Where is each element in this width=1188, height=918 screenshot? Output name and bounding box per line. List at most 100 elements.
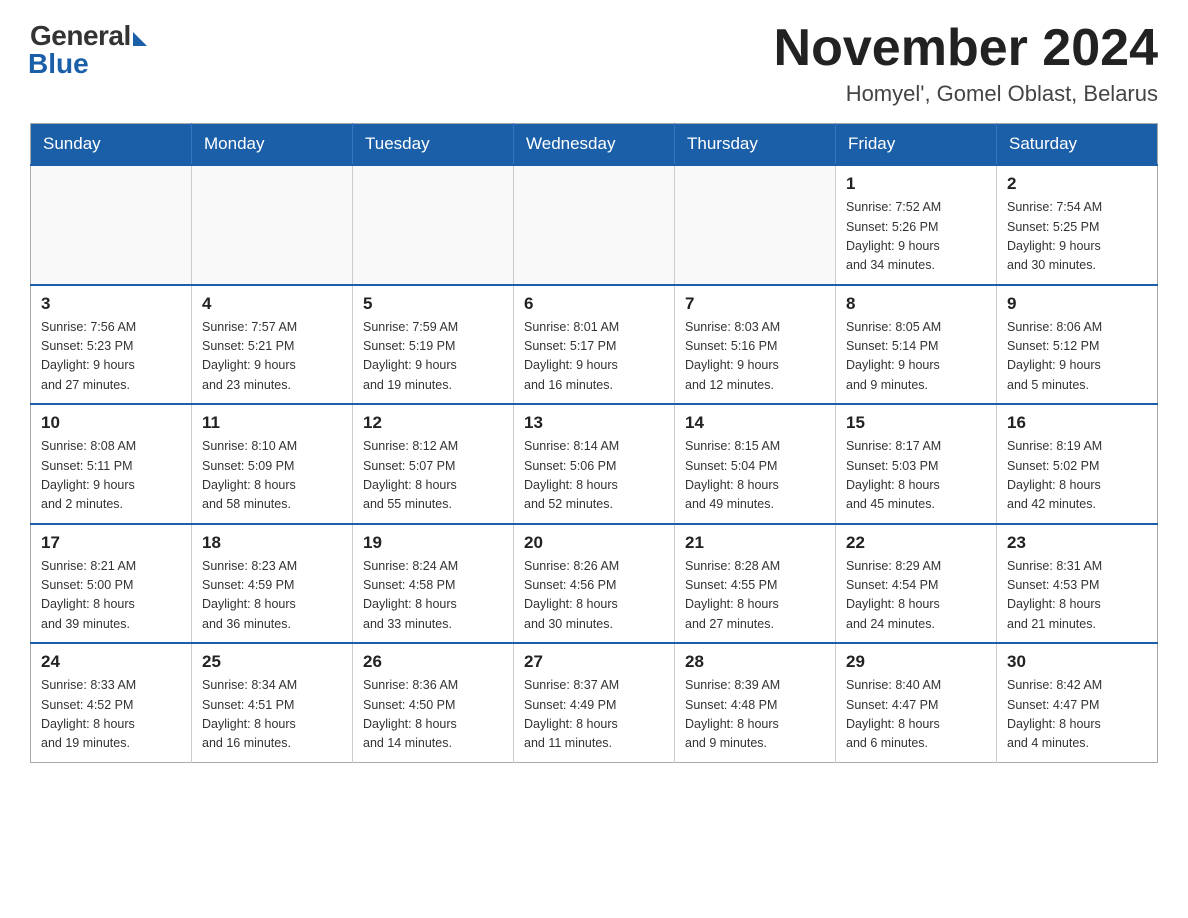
calendar-cell: 16 Sunrise: 8:19 AMSunset: 5:02 PMDayligh… xyxy=(997,404,1158,524)
day-number: 19 xyxy=(363,533,503,553)
day-info: Sunrise: 8:36 AMSunset: 4:50 PMDaylight:… xyxy=(363,676,503,754)
day-info: Sunrise: 8:29 AMSunset: 4:54 PMDaylight:… xyxy=(846,557,986,635)
day-number: 28 xyxy=(685,652,825,672)
day-of-week-header: Tuesday xyxy=(353,124,514,166)
day-of-week-header: Sunday xyxy=(31,124,192,166)
day-number: 6 xyxy=(524,294,664,314)
day-info: Sunrise: 7:56 AMSunset: 5:23 PMDaylight:… xyxy=(41,318,181,396)
day-number: 1 xyxy=(846,174,986,194)
day-info: Sunrise: 8:10 AMSunset: 5:09 PMDaylight:… xyxy=(202,437,342,515)
day-number: 25 xyxy=(202,652,342,672)
calendar-cell xyxy=(31,165,192,285)
day-number: 15 xyxy=(846,413,986,433)
day-number: 8 xyxy=(846,294,986,314)
day-info: Sunrise: 8:31 AMSunset: 4:53 PMDaylight:… xyxy=(1007,557,1147,635)
calendar-cell: 25Sunrise: 8:34 AMSunset: 4:51 PMDayligh… xyxy=(192,643,353,762)
day-of-week-header: Friday xyxy=(836,124,997,166)
calendar-cell: 17Sunrise: 8:21 AMSunset: 5:00 PMDayligh… xyxy=(31,524,192,644)
calendar-cell: 12 Sunrise: 8:12 AMSunset: 5:07 PMDayligh… xyxy=(353,404,514,524)
calendar-cell: 11 Sunrise: 8:10 AMSunset: 5:09 PMDayligh… xyxy=(192,404,353,524)
header: General Blue November 2024 Homyel', Gome… xyxy=(30,20,1158,107)
day-number: 18 xyxy=(202,533,342,553)
calendar-cell: 1 Sunrise: 7:52 AMSunset: 5:26 PMDaylight… xyxy=(836,165,997,285)
day-info: Sunrise: 8:17 AMSunset: 5:03 PMDaylight:… xyxy=(846,437,986,515)
calendar-cell: 15 Sunrise: 8:17 AMSunset: 5:03 PMDayligh… xyxy=(836,404,997,524)
logo: General Blue xyxy=(30,20,147,80)
day-info: Sunrise: 8:12 AMSunset: 5:07 PMDaylight:… xyxy=(363,437,503,515)
day-number: 7 xyxy=(685,294,825,314)
calendar-cell: 6 Sunrise: 8:01 AMSunset: 5:17 PMDaylight… xyxy=(514,285,675,405)
day-info: Sunrise: 8:37 AMSunset: 4:49 PMDaylight:… xyxy=(524,676,664,754)
day-number: 16 xyxy=(1007,413,1147,433)
calendar-cell: 28 Sunrise: 8:39 AMSunset: 4:48 PMDayligh… xyxy=(675,643,836,762)
day-info: Sunrise: 8:39 AMSunset: 4:48 PMDaylight:… xyxy=(685,676,825,754)
calendar-cell: 20 Sunrise: 8:26 AMSunset: 4:56 PMDayligh… xyxy=(514,524,675,644)
day-number: 29 xyxy=(846,652,986,672)
day-number: 21 xyxy=(685,533,825,553)
calendar-cell: 4Sunrise: 7:57 AMSunset: 5:21 PMDaylight… xyxy=(192,285,353,405)
day-info: Sunrise: 7:54 AMSunset: 5:25 PMDaylight:… xyxy=(1007,198,1147,276)
calendar-cell xyxy=(675,165,836,285)
calendar-cell: 3 Sunrise: 7:56 AMSunset: 5:23 PMDaylight… xyxy=(31,285,192,405)
day-number: 2 xyxy=(1007,174,1147,194)
days-of-week-row: SundayMondayTuesdayWednesdayThursdayFrid… xyxy=(31,124,1158,166)
day-info: Sunrise: 8:33 AMSunset: 4:52 PMDaylight:… xyxy=(41,676,181,754)
day-info: Sunrise: 8:08 AMSunset: 5:11 PMDaylight:… xyxy=(41,437,181,515)
calendar-cell xyxy=(192,165,353,285)
day-info: Sunrise: 8:26 AMSunset: 4:56 PMDaylight:… xyxy=(524,557,664,635)
week-row: 3 Sunrise: 7:56 AMSunset: 5:23 PMDaylight… xyxy=(31,285,1158,405)
day-info: Sunrise: 8:14 AMSunset: 5:06 PMDaylight:… xyxy=(524,437,664,515)
calendar-cell: 9 Sunrise: 8:06 AMSunset: 5:12 PMDaylight… xyxy=(997,285,1158,405)
day-info: Sunrise: 7:52 AMSunset: 5:26 PMDaylight:… xyxy=(846,198,986,276)
day-info: Sunrise: 8:21 AMSunset: 5:00 PMDaylight:… xyxy=(41,557,181,635)
calendar-cell: 19 Sunrise: 8:24 AMSunset: 4:58 PMDayligh… xyxy=(353,524,514,644)
day-of-week-header: Saturday xyxy=(997,124,1158,166)
day-number: 22 xyxy=(846,533,986,553)
day-of-week-header: Monday xyxy=(192,124,353,166)
calendar-cell: 10 Sunrise: 8:08 AMSunset: 5:11 PMDayligh… xyxy=(31,404,192,524)
day-number: 20 xyxy=(524,533,664,553)
day-info: Sunrise: 8:01 AMSunset: 5:17 PMDaylight:… xyxy=(524,318,664,396)
calendar-cell: 26 Sunrise: 8:36 AMSunset: 4:50 PMDayligh… xyxy=(353,643,514,762)
calendar-cell: 27 Sunrise: 8:37 AMSunset: 4:49 PMDayligh… xyxy=(514,643,675,762)
calendar-cell: 13Sunrise: 8:14 AMSunset: 5:06 PMDayligh… xyxy=(514,404,675,524)
day-info: Sunrise: 8:28 AMSunset: 4:55 PMDaylight:… xyxy=(685,557,825,635)
day-info: Sunrise: 8:42 AMSunset: 4:47 PMDaylight:… xyxy=(1007,676,1147,754)
day-info: Sunrise: 8:03 AMSunset: 5:16 PMDaylight:… xyxy=(685,318,825,396)
calendar-title: November 2024 xyxy=(774,20,1158,77)
day-number: 9 xyxy=(1007,294,1147,314)
calendar-cell: 23Sunrise: 8:31 AMSunset: 4:53 PMDayligh… xyxy=(997,524,1158,644)
calendar-cell: 5 Sunrise: 7:59 AMSunset: 5:19 PMDaylight… xyxy=(353,285,514,405)
calendar-cell xyxy=(353,165,514,285)
day-info: Sunrise: 8:06 AMSunset: 5:12 PMDaylight:… xyxy=(1007,318,1147,396)
day-info: Sunrise: 7:59 AMSunset: 5:19 PMDaylight:… xyxy=(363,318,503,396)
day-number: 4 xyxy=(202,294,342,314)
day-number: 14 xyxy=(685,413,825,433)
calendar-cell: 14Sunrise: 8:15 AMSunset: 5:04 PMDayligh… xyxy=(675,404,836,524)
calendar-cell: 21 Sunrise: 8:28 AMSunset: 4:55 PMDayligh… xyxy=(675,524,836,644)
day-info: Sunrise: 8:23 AMSunset: 4:59 PMDaylight:… xyxy=(202,557,342,635)
day-info: Sunrise: 8:19 AMSunset: 5:02 PMDaylight:… xyxy=(1007,437,1147,515)
day-info: Sunrise: 8:40 AMSunset: 4:47 PMDaylight:… xyxy=(846,676,986,754)
day-number: 27 xyxy=(524,652,664,672)
logo-triangle-icon xyxy=(133,32,147,46)
day-number: 26 xyxy=(363,652,503,672)
day-of-week-header: Wednesday xyxy=(514,124,675,166)
title-area: November 2024 Homyel', Gomel Oblast, Bel… xyxy=(774,20,1158,107)
week-row: 24Sunrise: 8:33 AMSunset: 4:52 PMDayligh… xyxy=(31,643,1158,762)
day-number: 5 xyxy=(363,294,503,314)
day-number: 3 xyxy=(41,294,181,314)
calendar-cell: 29 Sunrise: 8:40 AMSunset: 4:47 PMDayligh… xyxy=(836,643,997,762)
calendar-cell xyxy=(514,165,675,285)
logo-blue-text: Blue xyxy=(28,48,89,80)
day-info: Sunrise: 8:24 AMSunset: 4:58 PMDaylight:… xyxy=(363,557,503,635)
week-row: 17Sunrise: 8:21 AMSunset: 5:00 PMDayligh… xyxy=(31,524,1158,644)
day-number: 10 xyxy=(41,413,181,433)
day-info: Sunrise: 8:05 AMSunset: 5:14 PMDaylight:… xyxy=(846,318,986,396)
day-number: 12 xyxy=(363,413,503,433)
calendar-cell: 30Sunrise: 8:42 AMSunset: 4:47 PMDayligh… xyxy=(997,643,1158,762)
day-number: 11 xyxy=(202,413,342,433)
calendar-table: SundayMondayTuesdayWednesdayThursdayFrid… xyxy=(30,123,1158,763)
calendar-cell: 2 Sunrise: 7:54 AMSunset: 5:25 PMDaylight… xyxy=(997,165,1158,285)
calendar-cell: 7 Sunrise: 8:03 AMSunset: 5:16 PMDaylight… xyxy=(675,285,836,405)
